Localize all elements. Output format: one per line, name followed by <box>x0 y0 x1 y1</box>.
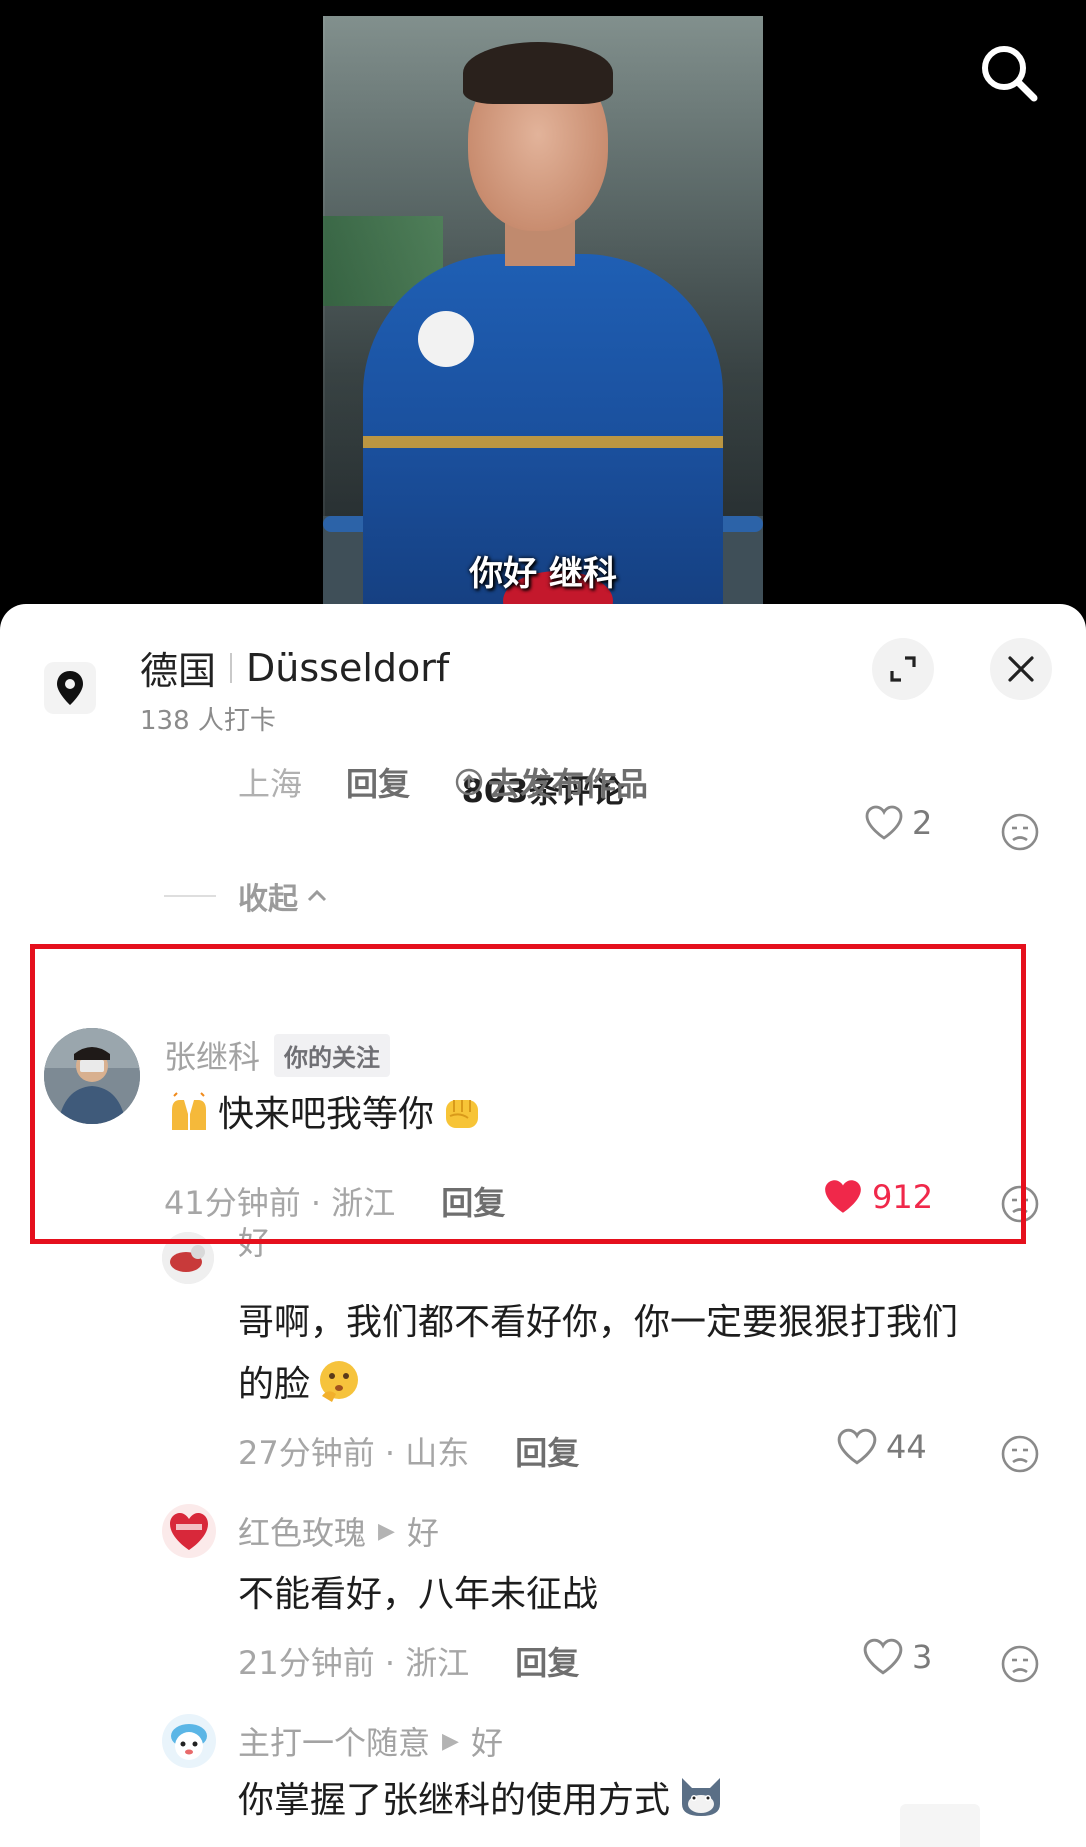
scroll-fade <box>900 1804 980 1847</box>
comment-text-line: 的脸 <box>238 1354 958 1416</box>
video-shirt-trim <box>363 436 723 448</box>
video-player[interactable]: 你好 继科 <box>0 0 1086 610</box>
location-city: Düsseldorf <box>246 645 450 690</box>
comment-author[interactable]: 主打一个随意 ▶ 好 <box>238 1718 503 1764</box>
close-icon <box>1008 656 1034 682</box>
comment-text-content: 快来吧我等你 <box>218 1094 435 1135</box>
avatar-image <box>44 1028 140 1124</box>
like-count: 44 <box>886 1428 927 1466</box>
collapse-line <box>164 895 216 897</box>
reply-to-name: 好 <box>406 1514 439 1552</box>
dislike-icon[interactable] <box>1000 1644 1040 1684</box>
reply-button[interactable]: 回复 <box>515 1428 579 1474</box>
comment-sheet: 德国 Düsseldorf 138 人打卡 803条评论 上海 回复 去发布作品 <box>0 604 1086 1847</box>
chevron-up-icon <box>307 889 327 902</box>
location-title[interactable]: 德国 Düsseldorf <box>140 640 449 695</box>
thinking-face-emoji-icon <box>320 1361 359 1402</box>
like-button[interactable]: 3 <box>862 1638 932 1676</box>
avatar[interactable] <box>162 1504 216 1558</box>
reply-prev-like[interactable]: 2 <box>864 804 932 842</box>
heart-outline-icon <box>863 1638 903 1675</box>
comment-time-region: 27分钟前 · 山东 <box>238 1434 470 1472</box>
like-count: 912 <box>872 1178 934 1216</box>
comment-text: 哥啊，我们都不看好你，你一定要狠狠打我们 的脸 <box>238 1292 958 1416</box>
like-button[interactable]: 912 <box>822 1178 933 1216</box>
video-caption: 你好 继科 <box>469 554 617 594</box>
search-button[interactable] <box>978 42 1040 104</box>
video-person-hair <box>463 42 613 104</box>
avatar-image <box>162 1232 214 1284</box>
comment-text-line: 哥啊，我们都不看好你，你一定要狠狠打我们 <box>238 1302 959 1343</box>
avatar-image <box>162 1714 216 1768</box>
avatar[interactable] <box>162 1714 216 1768</box>
dislike-icon[interactable] <box>1000 812 1040 852</box>
avatar[interactable] <box>162 1232 214 1284</box>
reply-arrow-icon: ▶ <box>442 1728 459 1754</box>
location-pin-icon <box>57 671 83 705</box>
search-icon <box>982 46 1038 102</box>
comment-meta: 27分钟前 · 山东 回复 <box>238 1428 579 1474</box>
close-button[interactable] <box>990 638 1052 700</box>
author-name: 张继科 <box>164 1038 261 1076</box>
author-name: 好 <box>238 1224 271 1262</box>
comment-time-region: 41分钟前 · 浙江 <box>164 1184 396 1222</box>
comment-author[interactable]: 好 <box>238 1218 270 1264</box>
collapse-replies-button[interactable]: 收起 <box>164 874 330 918</box>
reply-button[interactable]: 回复 <box>515 1638 579 1684</box>
comment-text-content: 你掌握了张继科的使用方式 <box>238 1780 671 1821</box>
video-frame[interactable]: 你好 继科 <box>323 16 763 610</box>
collapse-label: 收起 <box>238 882 298 917</box>
publish-work-button[interactable]: 去发布作品 <box>454 759 648 805</box>
comment-text-content: 的脸 <box>238 1364 311 1405</box>
author-name: 主打一个随意 <box>238 1724 431 1762</box>
comment-time-region: 21分钟前 · 浙江 <box>238 1644 470 1682</box>
reply-button[interactable]: 回复 <box>441 1178 505 1224</box>
upload-circle-icon <box>455 768 483 796</box>
reply-prev-reply-button[interactable]: 回复 <box>346 759 410 805</box>
heart-filled-icon <box>825 1180 861 1213</box>
dislike-icon[interactable] <box>1000 1184 1040 1224</box>
comment-author[interactable]: 张继科 你的关注 <box>164 1032 391 1078</box>
avatar[interactable] <box>44 1028 140 1124</box>
like-button[interactable]: 44 <box>836 1428 927 1466</box>
heart-outline-icon <box>865 805 903 840</box>
location-icon-box[interactable] <box>44 662 96 714</box>
comment-meta: 21分钟前 · 浙江 回复 <box>238 1638 579 1684</box>
location-country: 德国 <box>140 649 217 693</box>
reply-to-name: 好 <box>470 1724 503 1762</box>
following-tag: 你的关注 <box>274 1033 391 1077</box>
author-name: 红色玫瑰 <box>238 1514 367 1552</box>
location-checkins: 138 人打卡 <box>140 706 276 736</box>
heart-outline-icon <box>837 1428 877 1465</box>
comment-text: 不能看好，八年未征战 <box>238 1574 599 1615</box>
reply-prev-like-count: 2 <box>912 804 933 842</box>
expand-button[interactable] <box>872 638 934 700</box>
dislike-icon[interactable] <box>1000 1434 1040 1474</box>
comment-meta: 41分钟前 · 浙江 回复 <box>164 1178 505 1224</box>
publish-work-label: 去发布作品 <box>488 765 649 803</box>
cat-face-emoji-icon <box>682 1778 721 1816</box>
fist-emoji-icon <box>446 1100 479 1128</box>
like-count: 3 <box>912 1638 933 1676</box>
video-shirt-badge <box>418 311 474 367</box>
reply-prev-region: 上海 <box>238 765 303 803</box>
location-divider <box>230 652 233 683</box>
raised-hands-emoji-icon <box>172 1092 206 1130</box>
comment-text: 快来吧我等你 <box>168 1084 484 1146</box>
comment-author[interactable]: 红色玫瑰 ▶ 好 <box>238 1508 439 1554</box>
expand-icon <box>890 656 916 682</box>
reply-arrow-icon: ▶ <box>378 1518 395 1544</box>
reply-prev-meta: 上海 回复 去发布作品 <box>238 760 648 804</box>
avatar-image <box>162 1504 216 1558</box>
comment-text: 你掌握了张继科的使用方式 <box>238 1770 726 1832</box>
